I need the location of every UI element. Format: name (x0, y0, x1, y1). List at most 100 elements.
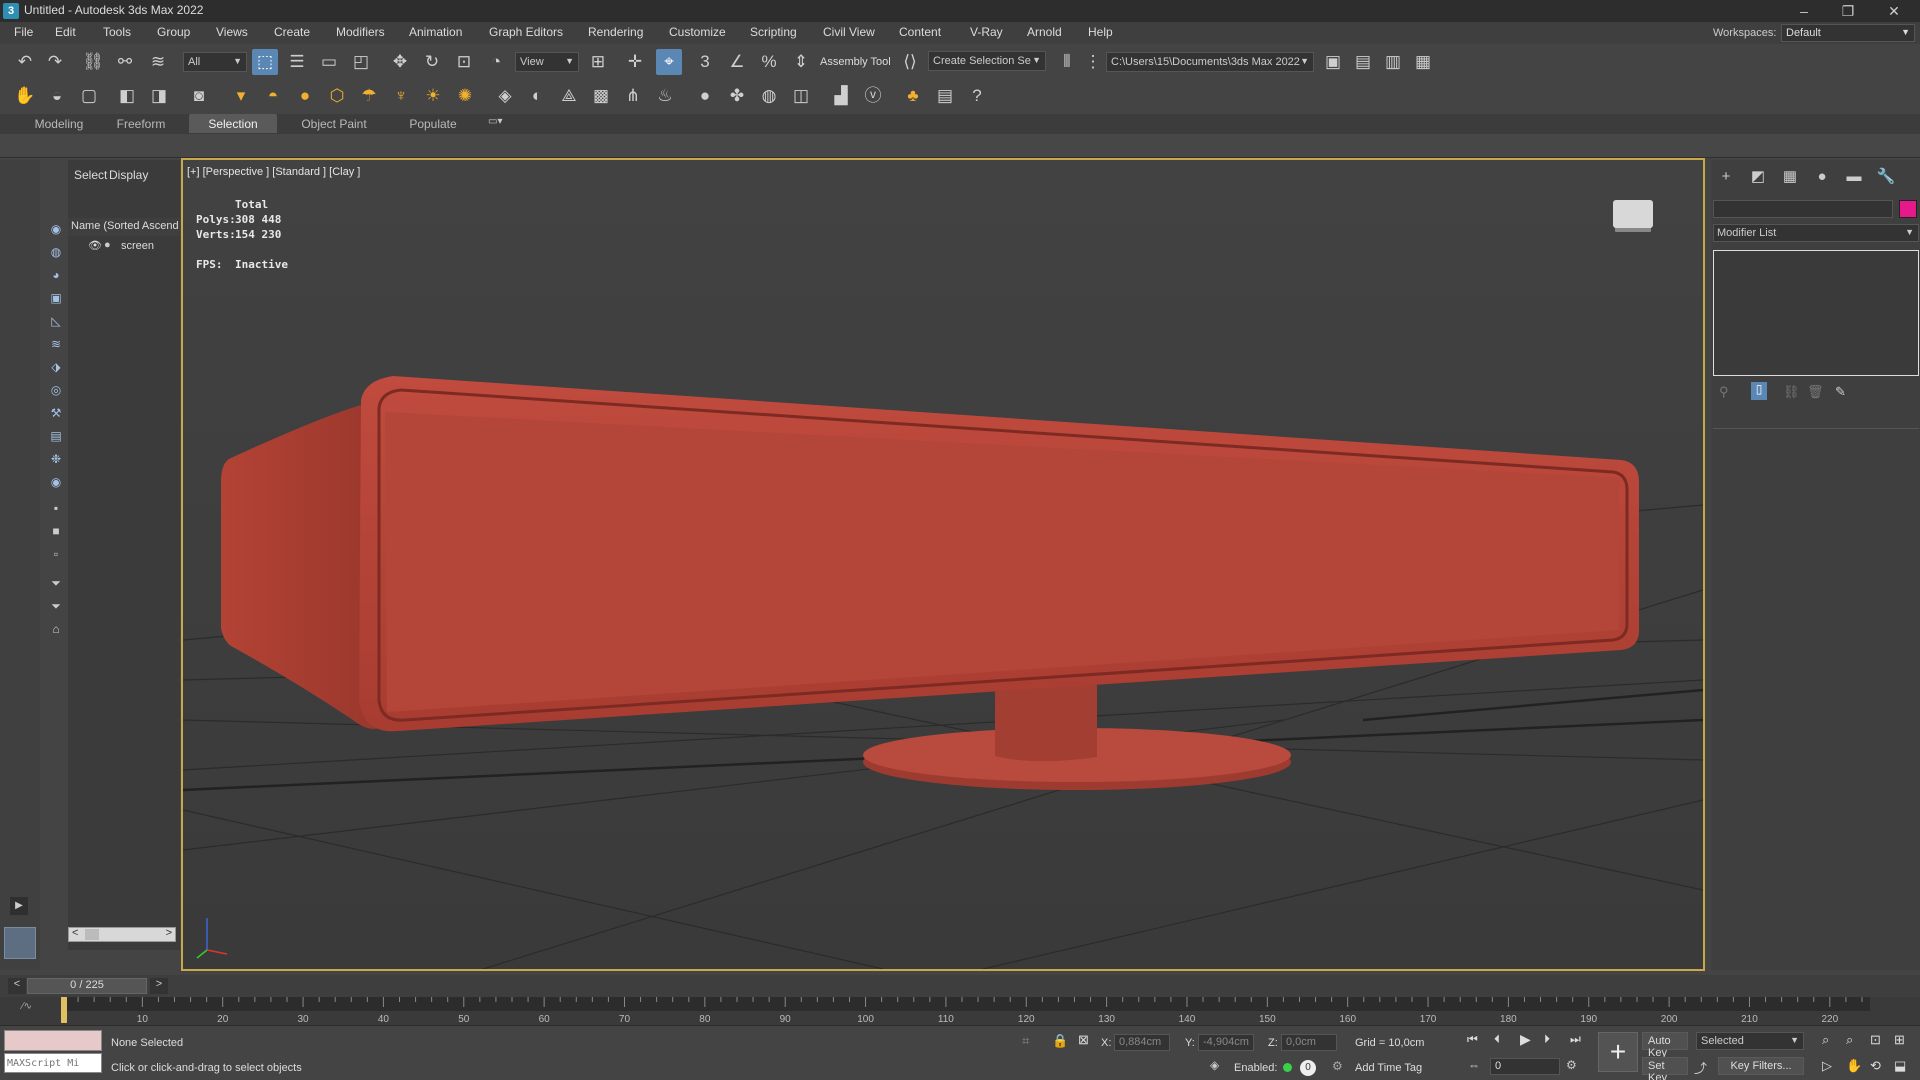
tab-freeform[interactable]: Freeform (104, 114, 178, 133)
display-shapes-icon[interactable]: ◕ (47, 266, 65, 284)
modifier-stack[interactable] (1713, 250, 1919, 376)
enabled-indicator-icon[interactable] (1283, 1063, 1292, 1072)
menu-file[interactable]: File (14, 25, 33, 39)
next-frame-icon[interactable]: ⏵ (1544, 1032, 1550, 1047)
display-hidden-icon[interactable]: ◉ (47, 473, 65, 491)
pan-view-icon[interactable]: ✋ (1846, 1058, 1862, 1074)
x-coordinate-field[interactable]: 0,884cm (1114, 1034, 1170, 1051)
assembly-tool-label[interactable]: Assembly Tool (820, 56, 891, 68)
adaptive-degradation-icon[interactable]: ◈ (1210, 1058, 1219, 1072)
select-manipulate-icon[interactable]: ✛ (622, 49, 648, 75)
key-mode-icon[interactable]: ⇔ (1468, 1058, 1480, 1072)
ribbon-options-icon[interactable]: ▭▾ (488, 116, 510, 130)
hierarchy-tab-icon[interactable]: ▦ (1779, 166, 1801, 188)
multi-material-icon[interactable]: ✤ (724, 83, 750, 109)
tab-object-paint[interactable]: Object Paint (292, 114, 376, 133)
eye-visibility-icon[interactable]: 👁 (88, 239, 102, 252)
spot-light-icon[interactable]: ☂ (356, 83, 382, 109)
menu-arnold[interactable]: Arnold (1027, 25, 1062, 39)
menu-edit[interactable]: Edit (55, 25, 76, 39)
project-folder-dropdown[interactable]: C:\Users\15\Documents\3ds Max 2022 ▼ (1106, 52, 1314, 72)
modifier-list-dropdown[interactable]: Modifier List ▼ (1713, 224, 1919, 242)
set-key-button[interactable]: Set Key (1642, 1057, 1688, 1080)
create-tab-plus-icon[interactable]: + (1715, 166, 1737, 188)
select-object-icon[interactable]: ⬚ (252, 49, 278, 75)
menu-content[interactable]: Content (899, 25, 941, 39)
maxscript-input[interactable] (4, 1053, 102, 1073)
spinner-snap-icon[interactable]: ⇕ (788, 49, 814, 75)
layer-explorer-icon[interactable]: ◒ (44, 83, 70, 109)
material-editor-icon[interactable]: ◧ (114, 83, 140, 109)
menu-animation[interactable]: Animation (409, 25, 462, 39)
track-bar[interactable]: ⁄∿ 10 20 30 40 50 60 70 80 90 100 110 120 130 140 150 1… (0, 997, 1920, 1025)
material-id-icon[interactable]: ◍ (756, 83, 782, 109)
material-sphere-icon[interactable]: ● (692, 83, 718, 109)
z-coordinate-field[interactable]: 0,0cm (1281, 1034, 1337, 1051)
key-set-dropdown[interactable]: Selected ▼ (1696, 1032, 1804, 1050)
tab-modeling[interactable]: Modeling (20, 114, 98, 133)
current-frame-field[interactable]: 0 (1490, 1058, 1560, 1075)
set-keys-plus-icon[interactable]: + (1598, 1032, 1638, 1072)
add-time-tag[interactable]: Add Time Tag (1355, 1062, 1422, 1074)
pivot-center-icon[interactable]: ⊞ (585, 49, 611, 75)
display-cameras-icon[interactable]: ◺ (47, 312, 65, 330)
scroll-left-icon[interactable]: < (72, 927, 78, 939)
select-by-name-icon[interactable]: ☰ (284, 49, 310, 75)
rotate-icon[interactable]: ↻ (419, 49, 445, 75)
mirror-icon[interactable]: ⫴ (1054, 49, 1080, 75)
rect-selection-region-icon[interactable]: ▭ (316, 49, 342, 75)
zoom-extents-all-icon[interactable]: ⊞ (1894, 1032, 1905, 1048)
menu-scripting[interactable]: Scripting (750, 25, 797, 39)
motion-tab-icon[interactable]: ● (1811, 166, 1833, 188)
skylight-icon[interactable]: ▾ (228, 83, 254, 109)
window-crossing-icon[interactable]: ◰ (348, 49, 374, 75)
key-filters-button[interactable]: Key Filters... (1718, 1057, 1804, 1075)
display-spacewarps-icon[interactable]: ⬗ (47, 358, 65, 376)
time-configuration-icon[interactable]: ⚙ (1566, 1058, 1577, 1072)
maxscript-listener-output[interactable] (4, 1030, 102, 1051)
scene-explorer-icon[interactable]: ✋ (12, 83, 38, 109)
modify-tab-icon[interactable]: ◩ (1747, 166, 1769, 188)
named-selection-dropdown[interactable]: Create Selection Se ▼ (928, 51, 1046, 71)
tab-select[interactable]: Select (74, 168, 107, 182)
next-frame-arrow-icon[interactable]: > (150, 978, 168, 994)
workspace-dropdown[interactable]: Default ▼ (1781, 24, 1915, 42)
make-unique-icon[interactable]: ⛓ (1783, 384, 1800, 400)
vray-plane-icon[interactable]: ⟁ (556, 83, 582, 109)
vray-proxy-icon[interactable]: ◈ (492, 83, 518, 109)
object-color-swatch[interactable] (1899, 200, 1917, 218)
selection-lock-icon[interactable]: 🔒 (1052, 1033, 1068, 1049)
display-lights-icon[interactable]: ▣ (47, 289, 65, 307)
prev-frame-arrow-icon[interactable]: < (8, 978, 26, 994)
menu-rendering[interactable]: Rendering (588, 25, 643, 39)
sun-light-icon[interactable]: ☀ (420, 83, 446, 109)
align-icon[interactable]: ⋮ (1080, 49, 1106, 75)
unlink-icon[interactable]: ⚯ (112, 49, 138, 75)
play-icon[interactable]: ▶ (1520, 1031, 1531, 1048)
current-frame-indicator[interactable] (61, 997, 67, 1023)
menu-customize[interactable]: Customize (669, 25, 726, 39)
display-particles-icon[interactable]: ❉ (47, 450, 65, 468)
menu-help[interactable]: Help (1088, 25, 1113, 39)
field-of-view-icon[interactable]: ▷ (1822, 1058, 1832, 1074)
menu-create[interactable]: Create (274, 25, 310, 39)
help-icon[interactable]: ? (964, 83, 990, 109)
zoom-icon[interactable]: ⌕ (1822, 1032, 1829, 1048)
selection-filter-dropdown[interactable]: All ▼ (183, 52, 247, 72)
vray-fur-icon[interactable]: ⋔ (620, 83, 646, 109)
expand-arrow-icon[interactable]: ▶ (10, 897, 28, 915)
tab-selection[interactable]: Selection (189, 114, 277, 133)
time-tag-icon[interactable]: 0 (1300, 1060, 1316, 1076)
edit-named-selection-icon[interactable]: ⟨⟩ (897, 49, 923, 75)
scroll-right-icon[interactable]: > (166, 927, 172, 939)
vray-logo-icon[interactable]: ⓥ (860, 83, 886, 109)
vray-sphere-icon[interactable]: ◐ (524, 83, 550, 109)
render-icon[interactable]: ♣ (900, 83, 926, 109)
minimize-button[interactable]: – (1782, 0, 1826, 22)
sphere-light-icon[interactable]: ● (292, 83, 318, 109)
auto-key-button[interactable]: Auto Key (1642, 1032, 1688, 1059)
ambient-light-icon[interactable]: ✺ (452, 83, 478, 109)
restore-button[interactable]: ❐ (1826, 0, 1870, 22)
menu-modifiers[interactable]: Modifiers (336, 25, 385, 39)
render-frame-icon[interactable]: ◙ (186, 83, 212, 109)
